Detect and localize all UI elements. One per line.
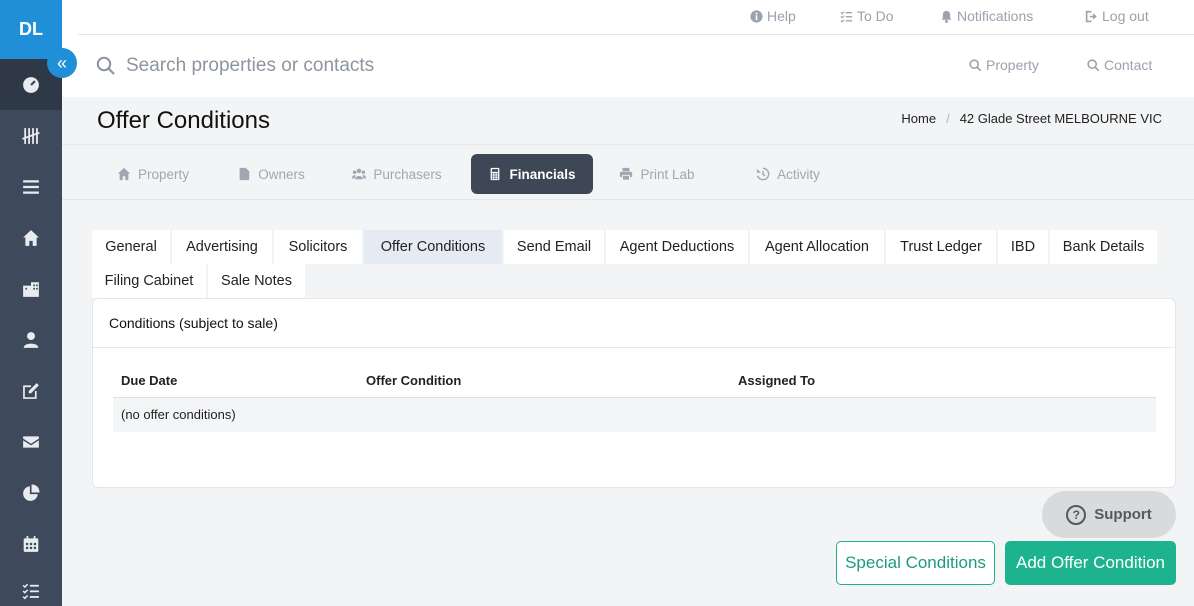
column-offer-condition[interactable]: Offer Condition — [366, 373, 461, 388]
tab-purchasers[interactable]: Purchasers — [342, 154, 452, 194]
home-icon — [117, 167, 131, 181]
list-icon — [23, 179, 39, 194]
checklist-icon — [22, 583, 39, 599]
sidebar-item-list[interactable] — [0, 161, 62, 212]
search-bar: Property Contact — [62, 36, 1194, 97]
tab-print-lab[interactable]: Print Lab — [614, 154, 700, 194]
sidebar-item-edit[interactable] — [0, 365, 62, 416]
sidebar-item-mail[interactable] — [0, 416, 62, 467]
subtab-bank-details[interactable]: Bank Details — [1050, 230, 1157, 264]
user-icon — [23, 331, 39, 348]
tab-property[interactable]: Property — [98, 154, 208, 194]
sidebar-item-reports[interactable] — [0, 467, 62, 518]
subtab-general[interactable]: General — [92, 230, 170, 264]
column-due-date[interactable]: Due Date — [121, 373, 177, 388]
subtab-agent-deductions[interactable]: Agent Deductions — [606, 230, 748, 264]
conditions-card: Conditions (subject to sale) Due Date Of… — [92, 298, 1176, 488]
mail-icon — [23, 435, 39, 448]
table-header: Due Date Offer Condition Assigned To — [113, 365, 1156, 398]
tab-financials[interactable]: Financials — [471, 154, 593, 194]
checklist-icon — [840, 10, 853, 23]
title-bar: Offer Conditions Home / 42 Glade Street … — [62, 97, 1194, 145]
help-link[interactable]: Help — [750, 8, 796, 24]
breadcrumb-current: 42 Glade Street MELBOURNE VIC — [959, 111, 1162, 126]
pie-chart-icon — [23, 484, 40, 501]
subtab-trust-ledger[interactable]: Trust Ledger — [886, 230, 996, 264]
topbar: Help To Do Notifications Log out Propert… — [62, 0, 1194, 97]
search-input[interactable] — [126, 52, 626, 80]
notifications-link[interactable]: Notifications — [940, 8, 1033, 24]
conditions-table: Due Date Offer Condition Assigned To (no… — [113, 365, 1156, 432]
card-title: Conditions (subject to sale) — [93, 299, 1175, 348]
search-icon — [96, 56, 115, 75]
printer-icon — [620, 167, 633, 181]
search-contact-link[interactable]: Contact — [1087, 57, 1152, 73]
subtab-send-email[interactable]: Send Email — [504, 230, 604, 264]
top-links: Help To Do Notifications Log out — [78, 0, 1194, 35]
special-conditions-button[interactable]: Special Conditions — [836, 541, 995, 585]
logout-icon — [1085, 10, 1097, 22]
double-chevron-left-icon: « — [56, 52, 67, 73]
search-icon — [1087, 58, 1100, 71]
subtab-agent-allocation[interactable]: Agent Allocation — [750, 230, 884, 264]
table-row: (no offer conditions) — [113, 398, 1156, 432]
empty-message: (no offer conditions) — [121, 407, 236, 422]
sidebar-item-home[interactable] — [0, 212, 62, 263]
breadcrumb-home[interactable]: Home — [901, 111, 936, 126]
page-title: Offer Conditions — [97, 107, 270, 134]
bell-icon — [941, 10, 952, 23]
calculator-icon — [491, 167, 500, 181]
tally-icon — [22, 127, 40, 144]
todo-link[interactable]: To Do — [840, 8, 894, 24]
sidebar-item-contacts[interactable] — [0, 314, 62, 365]
tab-owners[interactable]: Owners — [226, 154, 316, 194]
search-property-link[interactable]: Property — [969, 57, 1039, 73]
sidebar-item-tally[interactable] — [0, 110, 62, 161]
breadcrumb: Home / 42 Glade Street MELBOURNE VIC — [901, 111, 1162, 126]
subtab-filing-cabinet[interactable]: Filing Cabinet — [92, 264, 206, 298]
support-button[interactable]: ? Support — [1042, 491, 1176, 538]
subtab-advertising[interactable]: Advertising — [172, 230, 272, 264]
add-offer-condition-button[interactable]: Add Offer Condition — [1005, 541, 1176, 585]
sidebar: DL — [0, 0, 62, 606]
main-tabs: Property Owners Purchasers Financials Pr… — [62, 145, 1194, 200]
breadcrumb-separator: / — [946, 111, 950, 126]
sidebar-item-tasks[interactable] — [0, 565, 62, 606]
sidebar-item-calendar[interactable] — [0, 518, 62, 569]
search-icon — [969, 58, 982, 71]
edit-icon — [23, 382, 39, 399]
home-icon — [23, 229, 39, 246]
subtab-offer-conditions[interactable]: Offer Conditions — [364, 230, 502, 264]
history-icon — [756, 167, 770, 181]
users-icon — [352, 168, 367, 180]
collapse-sidebar-button[interactable]: « — [47, 48, 77, 78]
subtab-ibd[interactable]: IBD — [998, 230, 1048, 264]
sidebar-item-building[interactable] — [0, 263, 62, 314]
subtab-solicitors[interactable]: Solicitors — [274, 230, 362, 264]
info-icon — [750, 9, 763, 23]
question-icon: ? — [1066, 504, 1087, 525]
subtab-sale-notes[interactable]: Sale Notes — [208, 264, 305, 298]
column-assigned-to[interactable]: Assigned To — [738, 373, 815, 388]
building-icon — [23, 281, 39, 297]
logout-link[interactable]: Log out — [1085, 8, 1149, 24]
document-icon — [239, 167, 250, 181]
calendar-icon — [23, 535, 39, 552]
tab-activity[interactable]: Activity — [738, 154, 838, 194]
dashboard-icon — [23, 76, 39, 93]
